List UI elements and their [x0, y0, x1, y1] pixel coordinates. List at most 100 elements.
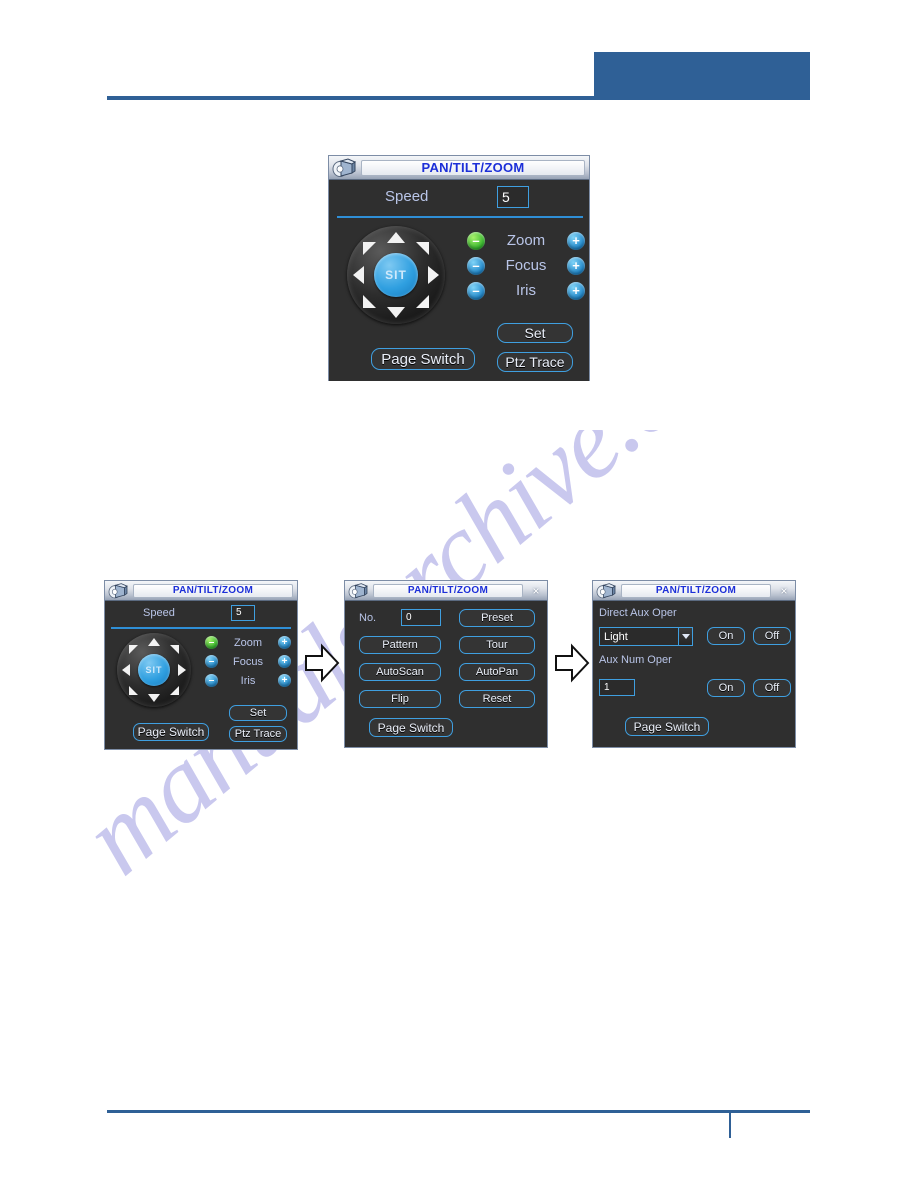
joystick-up-arrow[interactable] — [148, 638, 160, 646]
joystick-up-right-arrow[interactable] — [170, 645, 179, 654]
joystick-up-arrow[interactable] — [387, 232, 405, 243]
zoom-plus-button[interactable]: + — [278, 636, 291, 649]
titlebar: PAN/TILT/ZOOM — [329, 156, 589, 180]
joystick-up-right-arrow[interactable] — [416, 242, 429, 255]
joystick-left-arrow[interactable] — [122, 664, 130, 676]
zoom-row: – Zoom + — [467, 228, 585, 253]
zoom-plus-button[interactable]: + — [567, 231, 585, 250]
focus-minus-button[interactable]: – — [205, 655, 218, 668]
dialog-title: PAN/TILT/ZOOM — [655, 584, 737, 596]
zoom-row: – Zoom + — [205, 633, 291, 652]
page-switch-button[interactable]: Page Switch — [371, 348, 475, 370]
direct-aux-on-button[interactable]: On — [707, 627, 745, 645]
reset-button[interactable]: Reset — [459, 690, 535, 708]
joystick-down-arrow[interactable] — [148, 694, 160, 702]
iris-row: – Iris + — [205, 671, 291, 690]
page-footer — [0, 1096, 918, 1156]
dialog-body: No. 0 Preset Pattern Tour AutoScan AutoP… — [345, 601, 547, 747]
chevron-down-icon[interactable] — [678, 628, 692, 645]
joystick-down-right-arrow[interactable] — [416, 295, 429, 308]
iris-plus-button[interactable]: + — [277, 674, 291, 687]
iris-minus-button[interactable]: – — [467, 281, 485, 300]
zoom-minus-button[interactable]: – — [467, 231, 485, 250]
ptz-trace-button[interactable]: Ptz Trace — [229, 726, 287, 742]
divider — [337, 216, 583, 218]
aux-num-input[interactable]: 1 — [599, 679, 635, 696]
iris-plus-button[interactable]: + — [567, 281, 585, 300]
speed-label: Speed — [385, 188, 429, 205]
header-rule — [107, 96, 810, 100]
aux-num-on-button[interactable]: On — [707, 679, 745, 697]
dome-camera-icon — [107, 582, 129, 600]
iris-label: Iris — [516, 282, 536, 299]
aux-select[interactable]: Light — [599, 627, 693, 646]
zoom-label: Zoom — [233, 636, 263, 649]
direct-aux-oper-label: Direct Aux Oper — [599, 607, 677, 619]
flow-arrow-2 — [554, 643, 590, 688]
optics-controls: – Zoom + – Focus + – Iris + — [205, 633, 291, 690]
speed-input[interactable]: 5 — [497, 186, 529, 208]
dialog-body: Speed 5 SIT – Zoom + – Focus + – Iris + … — [105, 601, 297, 749]
joystick-center-button[interactable]: SIT — [138, 654, 170, 686]
pattern-button[interactable]: Pattern — [359, 636, 441, 654]
page-switch-button[interactable]: Page Switch — [369, 718, 453, 737]
ptz-joystick[interactable]: SIT — [347, 226, 445, 324]
focus-plus-button[interactable]: + — [278, 655, 291, 668]
title-plate: PAN/TILT/ZOOM — [133, 583, 293, 598]
preset-button[interactable]: Preset — [459, 609, 535, 627]
speed-input[interactable]: 5 — [231, 605, 255, 621]
ptz-joystick[interactable]: SIT — [117, 633, 191, 707]
joystick-right-arrow[interactable] — [178, 664, 186, 676]
autoscan-button[interactable]: AutoScan — [359, 663, 441, 681]
set-button[interactable]: Set — [497, 323, 573, 343]
close-icon[interactable]: × — [775, 582, 793, 600]
iris-minus-button[interactable]: – — [205, 674, 218, 687]
titlebar: PAN/TILT/ZOOM × — [593, 581, 795, 601]
joystick-down-right-arrow[interactable] — [170, 686, 179, 695]
page-switch-button[interactable]: Page Switch — [625, 717, 709, 736]
joystick-down-arrow[interactable] — [387, 307, 405, 318]
iris-row: – Iris + — [467, 278, 585, 303]
joystick-left-arrow[interactable] — [353, 266, 364, 284]
autopan-button[interactable]: AutoPan — [459, 663, 535, 681]
title-plate: PAN/TILT/ZOOM — [621, 583, 771, 598]
set-button[interactable]: Set — [229, 705, 287, 721]
focus-minus-button[interactable]: – — [467, 256, 485, 275]
dialog-body: Direct Aux Oper Light On Off Aux Num Ope… — [593, 601, 795, 747]
page-switch-button[interactable]: Page Switch — [133, 723, 209, 741]
close-icon[interactable]: × — [527, 582, 545, 600]
focus-plus-button[interactable]: + — [566, 256, 585, 275]
iris-label: Iris — [240, 674, 256, 687]
ptz-dialog-flow-3: PAN/TILT/ZOOM × Direct Aux Oper Light On… — [592, 580, 796, 748]
joystick-down-left-arrow[interactable] — [363, 295, 376, 308]
tour-button[interactable]: Tour — [459, 636, 535, 654]
ptz-dialog-flow-2: PAN/TILT/ZOOM × No. 0 Preset Pattern Tou… — [344, 580, 548, 748]
dialog-title: PAN/TILT/ZOOM — [172, 584, 254, 596]
title-plate: PAN/TILT/ZOOM — [373, 583, 523, 598]
dialog-title: PAN/TILT/ZOOM — [421, 160, 525, 175]
zoom-minus-button[interactable]: – — [205, 636, 218, 649]
direct-aux-off-button[interactable]: Off — [753, 627, 791, 645]
focus-label: Focus — [505, 257, 547, 274]
ptz-dialog-main: PAN/TILT/ZOOM Speed 5 SIT – Zoom + – Foc… — [328, 155, 590, 381]
header-accent-block — [594, 52, 810, 100]
aux-num-off-button[interactable]: Off — [753, 679, 791, 697]
divider — [111, 627, 291, 629]
flow-arrow-1 — [304, 643, 340, 688]
focus-row: – Focus + — [205, 652, 291, 671]
titlebar: PAN/TILT/ZOOM × — [345, 581, 547, 601]
joystick-center-button[interactable]: SIT — [374, 253, 418, 297]
joystick-up-left-arrow[interactable] — [363, 242, 376, 255]
flip-button[interactable]: Flip — [359, 690, 441, 708]
preset-no-input[interactable]: 0 — [401, 609, 441, 626]
ptz-trace-button[interactable]: Ptz Trace — [497, 352, 573, 372]
joystick-right-arrow[interactable] — [428, 266, 439, 284]
title-plate: PAN/TILT/ZOOM — [361, 159, 585, 176]
dome-camera-icon — [331, 157, 357, 179]
dome-camera-icon — [595, 582, 617, 600]
joystick-down-left-arrow[interactable] — [129, 686, 138, 695]
titlebar: PAN/TILT/ZOOM — [105, 581, 297, 601]
joystick-up-left-arrow[interactable] — [129, 645, 138, 654]
no-label: No. — [359, 612, 377, 624]
page-header — [0, 0, 918, 120]
